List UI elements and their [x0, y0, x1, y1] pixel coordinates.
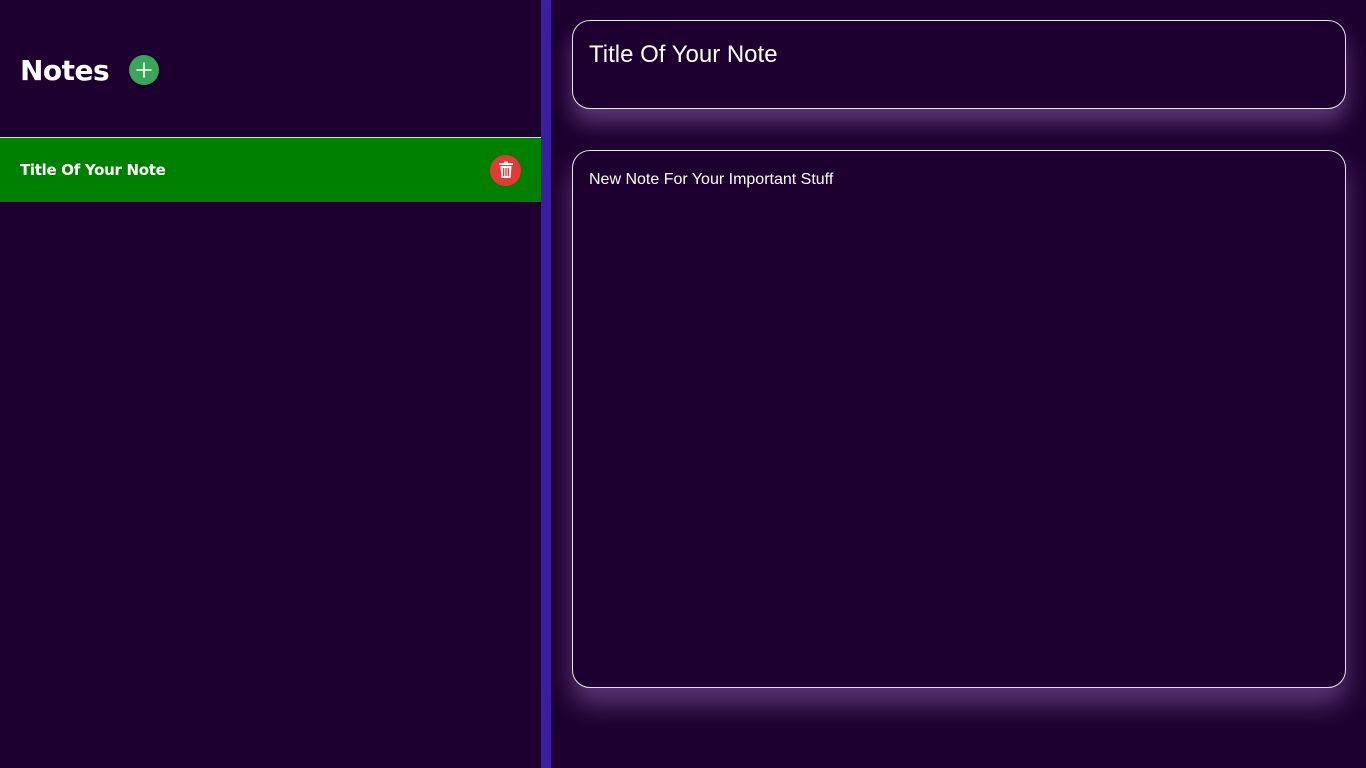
- trash-icon: [498, 161, 513, 178]
- delete-note-button[interactable]: [490, 154, 521, 186]
- sidebar: Notes Title Of Your Note: [0, 0, 541, 768]
- add-note-button[interactable]: [129, 55, 160, 85]
- note-list-item[interactable]: Title Of Your Note: [0, 138, 541, 202]
- note-title-box: [572, 20, 1346, 109]
- note-list: Title Of Your Note: [0, 137, 541, 202]
- app-title: Notes: [20, 53, 110, 87]
- note-body-box: New Note For Your Important Stuff: [572, 150, 1346, 688]
- plus-icon: [136, 62, 153, 78]
- note-title-input[interactable]: [589, 41, 1329, 69]
- panel-divider[interactable]: [541, 0, 551, 768]
- note-item-title: Title Of Your Note: [20, 161, 166, 179]
- sidebar-header: Notes: [20, 48, 160, 92]
- note-body-textarea[interactable]: New Note For Your Important Stuff: [589, 171, 1329, 671]
- note-editor: New Note For Your Important Stuff: [551, 0, 1366, 768]
- notes-app: Notes Title Of Your Note Title Of Your N…: [0, 0, 1366, 768]
